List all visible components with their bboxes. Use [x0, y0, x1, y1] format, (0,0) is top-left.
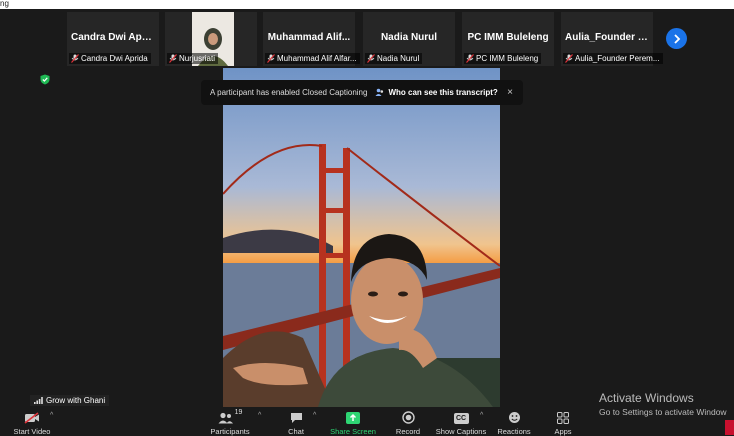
participant-strip: Candra Dwi Apri... Candra Dwi Aprida Nur… [0, 12, 734, 68]
participant-display-name: Nadia Nurul [380, 32, 438, 43]
participants-options-caret[interactable]: ^ [258, 412, 261, 419]
window-titlebar: ng [0, 0, 734, 9]
video-options-caret[interactable]: ^ [50, 412, 53, 419]
share-screen-button[interactable]: Share Screen [328, 407, 378, 436]
transcript-visibility-link[interactable]: Who can see this transcript? [375, 88, 498, 97]
participant-name-label: Candra Dwi Aprida [69, 53, 151, 64]
record-icon [401, 411, 415, 424]
muted-mic-icon [565, 54, 573, 63]
record-button[interactable]: Record [392, 407, 424, 436]
participant-name-label: Nadia Nurul [365, 53, 423, 64]
watermark-title: Activate Windows [599, 391, 694, 405]
windows-activation-watermark: Activate Windows Go to Settings to activ… [599, 391, 727, 417]
participant-tile[interactable]: Nadia Nurul Nadia Nurul [363, 12, 455, 66]
participant-tile[interactable]: PC IMM Buleleng PC IMM Buleleng [462, 12, 554, 66]
participant-tile-video[interactable]: Nurjusriati [165, 12, 257, 66]
chat-bubble-icon [290, 413, 302, 423]
captions-options-caret[interactable]: ^ [480, 412, 483, 419]
muted-mic-icon [169, 54, 177, 63]
participants-count: 19 [234, 409, 243, 416]
chevron-right-icon [673, 33, 680, 44]
window-title: ng [0, 0, 9, 8]
muted-mic-icon [367, 54, 375, 63]
smiley-icon [508, 412, 520, 423]
people-icon [375, 88, 384, 96]
participants-icon [218, 412, 233, 424]
active-speaker-name: Grow with Ghani [46, 396, 106, 405]
end-meeting-edge[interactable] [725, 420, 734, 435]
notification-message: A participant has enabled Closed Caption… [210, 88, 368, 97]
participant-display-name: Candra Dwi Apri... [71, 32, 157, 43]
chat-options-caret[interactable]: ^ [313, 412, 316, 419]
participant-name-label: PC IMM Buleleng [464, 53, 542, 64]
transcript-link-text: Who can see this transcript? [388, 88, 498, 97]
cc-icon: CC [453, 413, 469, 424]
participant-display-name: PC IMM Buleleng [467, 32, 549, 43]
participant-name-label: Aulia_Founder Perem... [563, 53, 663, 64]
muted-mic-icon [267, 54, 275, 63]
muted-mic-icon [71, 54, 79, 63]
video-off-icon [24, 412, 39, 424]
participant-tile[interactable]: Candra Dwi Apri... Candra Dwi Aprida [67, 12, 159, 66]
captioning-notification: A participant has enabled Closed Caption… [201, 80, 523, 105]
muted-mic-icon [466, 54, 474, 63]
active-speaker-name-badge: Grow with Ghani [30, 395, 110, 406]
participant-display-name: Aulia_Founder P... [565, 32, 652, 43]
participant-name-label: Nurjusriati [167, 53, 219, 64]
participant-tile[interactable]: Muhammad Alif... Muhammad Alif Alfar... [263, 12, 360, 66]
participant-display-name: Muhammad Alif... [267, 32, 351, 43]
chat-button[interactable]: Chat [280, 407, 312, 436]
reactions-button[interactable]: Reactions [494, 407, 534, 436]
close-notification-button[interactable]: × [507, 87, 513, 98]
speaker-video-feed [223, 68, 500, 407]
participant-name-label: Muhammad Alif Alfar... [265, 53, 360, 64]
encryption-shield-icon[interactable] [40, 74, 50, 85]
apps-button[interactable]: Apps [548, 407, 578, 436]
watermark-subtitle: Go to Settings to activate Window [599, 407, 727, 417]
apps-grid-icon [557, 412, 569, 424]
participants-button[interactable]: 19 Participants [206, 407, 254, 436]
share-screen-icon [346, 412, 360, 424]
next-page-button[interactable] [666, 28, 687, 49]
signal-bars-icon [34, 397, 43, 404]
active-speaker-video[interactable] [223, 68, 500, 407]
participant-tile[interactable]: Aulia_Founder P... Aulia_Founder Perem..… [561, 12, 663, 66]
start-video-button[interactable]: Start Video [8, 407, 56, 436]
